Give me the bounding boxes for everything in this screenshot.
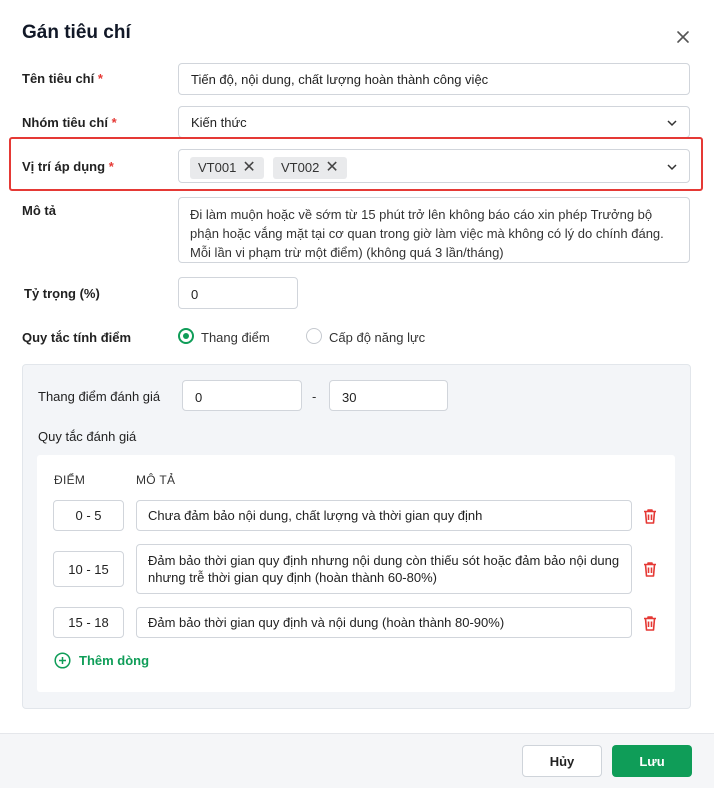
remove-chip-icon[interactable]: ✕: [325, 158, 338, 178]
add-row-button[interactable]: Thêm dòng: [54, 652, 149, 669]
description-textarea[interactable]: Đi làm muộn hoặc về sớm từ 15 phút trở l…: [178, 197, 690, 263]
dialog-title: Gán tiêu chí: [22, 22, 131, 43]
row-desc-input[interactable]: Đảm bảo thời gian quy định và nội dung (…: [136, 607, 632, 638]
scale-max-input[interactable]: 30: [329, 380, 448, 411]
position-chip: VT001 ✕: [190, 157, 264, 179]
weight-label: Tỷ trọng (%): [24, 286, 100, 301]
desc-label: Mô tả: [22, 203, 56, 218]
scale-min-input[interactable]: 0: [182, 380, 302, 411]
radio-competency[interactable]: [306, 328, 322, 344]
radio-competency-label: Cấp độ năng lực: [329, 330, 426, 345]
row-desc-input[interactable]: Đảm bảo thời gian quy định nhưng nội dun…: [136, 544, 632, 594]
trash-icon[interactable]: [641, 560, 659, 578]
col-desc-header: MÔ TẢ: [136, 473, 176, 487]
row-desc-input[interactable]: Chưa đảm bảo nội dung, chất lượng và thờ…: [136, 500, 632, 531]
scale-separator: -: [312, 389, 317, 404]
position-label: Vị trí áp dụng *: [22, 159, 114, 174]
dialog-footer: [0, 733, 714, 788]
name-input[interactable]: Tiến độ, nội dung, chất lượng hoàn thành…: [178, 63, 690, 95]
col-score-header: ĐIỂM: [54, 473, 86, 487]
position-chip: VT002 ✕: [273, 157, 347, 179]
cancel-button[interactable]: Hủy: [522, 745, 602, 777]
chevron-down-icon: [667, 120, 677, 127]
group-label: Nhóm tiêu chí *: [22, 115, 117, 130]
radio-scale-label: Thang điểm: [201, 330, 270, 345]
row-score-input[interactable]: 0 - 5: [53, 500, 124, 531]
position-multiselect[interactable]: VT001 ✕ VT002 ✕: [178, 149, 690, 183]
radio-scale[interactable]: [178, 328, 194, 344]
name-label: Tên tiêu chí *: [22, 71, 103, 86]
chevron-down-icon: [667, 164, 677, 171]
remove-chip-icon[interactable]: ✕: [242, 158, 255, 178]
trash-icon[interactable]: [641, 507, 659, 525]
scale-label: Thang điểm đánh giá: [38, 389, 161, 404]
trash-icon[interactable]: [641, 614, 659, 632]
close-icon[interactable]: [672, 26, 694, 48]
group-select[interactable]: Kiến thức: [178, 106, 690, 138]
weight-input[interactable]: 0: [178, 277, 298, 309]
rule-label: Quy tắc tính điểm: [22, 330, 132, 345]
plus-circle-icon: [54, 652, 71, 669]
save-button[interactable]: Lưu: [612, 745, 692, 777]
row-score-input[interactable]: 15 - 18: [53, 607, 124, 638]
row-score-input[interactable]: 10 - 15: [53, 551, 124, 587]
rules-label: Quy tắc đánh giá: [38, 429, 137, 444]
